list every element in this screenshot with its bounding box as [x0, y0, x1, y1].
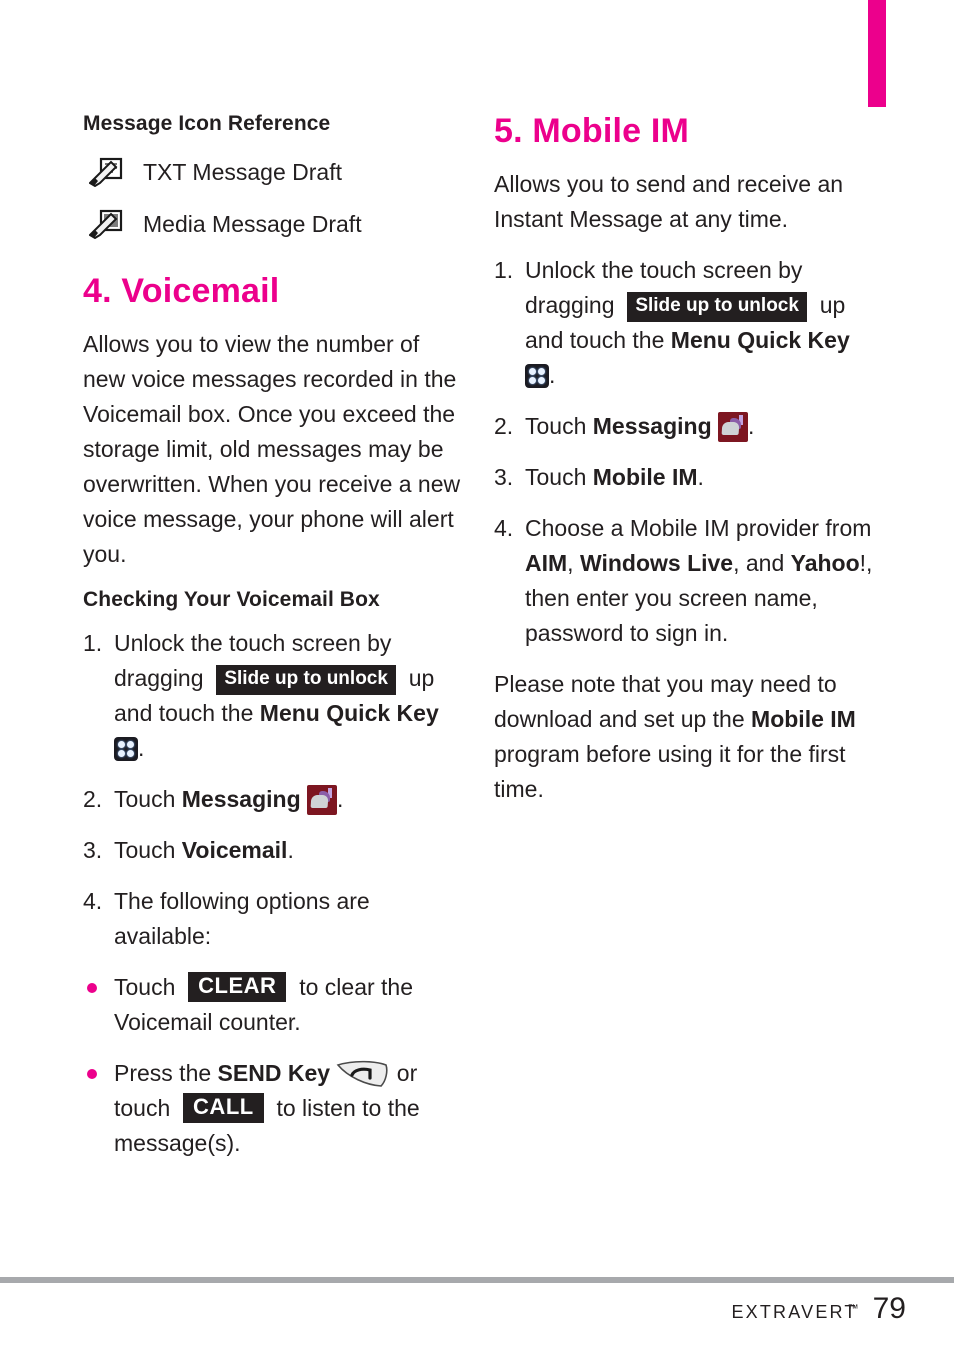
step-text: Touch Messaging . — [525, 412, 754, 442]
bullet-text: Touch CLEAR to clear the Voicemail count… — [114, 972, 414, 1035]
step-text: Touch Messaging . — [114, 785, 343, 815]
step-number: 1. — [494, 257, 514, 283]
page-footer: Extravert™ 79 — [0, 1292, 906, 1326]
list-item: 1. Unlock the touch screen by dragging S… — [83, 626, 465, 766]
emphasis-text: Mobile IM — [751, 706, 856, 732]
step-number: 2. — [494, 413, 514, 439]
step-text: Touch Mobile IM. — [525, 464, 704, 490]
emphasis-text: Messaging — [181, 786, 301, 812]
messaging-icon — [718, 412, 749, 442]
voicemail-steps: 1. Unlock the touch screen by dragging S… — [83, 626, 465, 954]
page-tab-marker — [868, 0, 886, 107]
step-number: 4. — [83, 888, 103, 914]
footer-divider — [0, 1277, 954, 1283]
step-number: 4. — [494, 515, 514, 541]
emphasis-text: Menu Quick Key — [670, 327, 850, 353]
bullet-icon — [87, 983, 97, 993]
mobile-im-intro: Allows you to send and receive an Instan… — [494, 171, 844, 232]
step-number: 2. — [83, 786, 103, 812]
list-item: 3. Touch Mobile IM. — [494, 460, 876, 495]
menu-quick-key-icon — [525, 364, 549, 388]
step-text: Unlock the touch screen by dragging Slid… — [525, 257, 850, 388]
voicemail-intro: Allows you to view the number of new voi… — [83, 331, 461, 567]
mobile-im-note: Please note that you may need to downloa… — [494, 671, 856, 802]
left-column: Message Icon Reference TXT Message Draft — [83, 112, 465, 1177]
voicemail-options: Touch CLEAR to clear the Voicemail count… — [83, 970, 465, 1161]
bullet-icon — [87, 1069, 97, 1079]
call-key[interactable]: CALL — [183, 1093, 264, 1123]
media-message-draft-icon — [88, 209, 123, 240]
step-number: 1. — [83, 630, 103, 656]
clear-key[interactable]: CLEAR — [188, 972, 287, 1002]
trademark-symbol: ™ — [847, 1302, 859, 1315]
step-text: The following options are available: — [114, 888, 370, 949]
list-item: Press the SEND Key or touch CALL to list… — [83, 1056, 465, 1161]
step-text: Touch Voicemail. — [114, 837, 294, 863]
list-item: 2. Touch Messaging . — [494, 409, 876, 444]
emphasis-text: Yahoo — [790, 550, 860, 576]
checking-voicemail-subheading: Checking Your Voicemail Box — [83, 588, 380, 611]
mobile-im-heading: 5. Mobile IM — [494, 112, 690, 150]
icon-reference-label: TXT Message Draft — [143, 159, 342, 185]
icon-reference-row: TXT Message Draft — [83, 150, 465, 194]
footer-brand: Extravert™ — [731, 1296, 858, 1325]
bullet-text: Press the SEND Key or touch CALL to list… — [114, 1060, 420, 1156]
icon-reference-label: Media Message Draft — [143, 211, 362, 237]
icon-reference-row: Media Message Draft — [83, 202, 465, 246]
step-number: 3. — [83, 837, 103, 863]
list-item: 3. Touch Voicemail. — [83, 833, 465, 868]
message-icon-reference-heading: Message Icon Reference — [83, 112, 331, 135]
emphasis-text: Windows Live — [579, 550, 734, 576]
list-item: 4. Choose a Mobile IM provider from AIM,… — [494, 511, 876, 651]
step-text: Unlock the touch screen by dragging Slid… — [114, 630, 439, 761]
menu-quick-key-icon — [114, 737, 138, 761]
slide-up-to-unlock-key[interactable]: Slide up to unlock — [216, 665, 396, 695]
right-column: 5. Mobile IM Allows you to send and rece… — [494, 112, 876, 823]
brand-name: Extravert — [731, 1296, 858, 1324]
emphasis-text: Messaging — [592, 413, 712, 439]
mobile-im-steps: 1. Unlock the touch screen by dragging S… — [494, 253, 876, 651]
emphasis-text: AIM — [525, 550, 568, 576]
voicemail-heading: 4. Voicemail — [83, 272, 280, 310]
emphasis-text: Menu Quick Key — [259, 700, 439, 726]
txt-message-draft-icon — [88, 157, 123, 188]
messaging-icon — [307, 785, 338, 815]
list-item: 4. The following options are available: — [83, 884, 465, 954]
list-item: 2. Touch Messaging . — [83, 782, 465, 817]
emphasis-text: Mobile IM — [592, 464, 698, 490]
list-item: Touch CLEAR to clear the Voicemail count… — [83, 970, 465, 1040]
send-key-icon — [336, 1059, 390, 1089]
emphasis-text: Voicemail — [181, 837, 288, 863]
slide-up-to-unlock-key[interactable]: Slide up to unlock — [627, 292, 807, 322]
list-item: 1. Unlock the touch screen by dragging S… — [494, 253, 876, 393]
emphasis-text: SEND Key — [217, 1060, 331, 1086]
page-number: 79 — [872, 1292, 906, 1325]
step-number: 3. — [494, 464, 514, 490]
step-text: Choose a Mobile IM provider from AIM, Wi… — [525, 515, 873, 646]
